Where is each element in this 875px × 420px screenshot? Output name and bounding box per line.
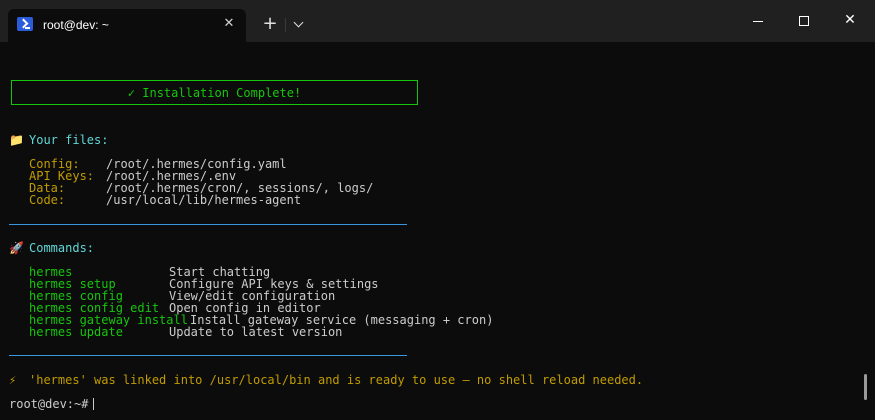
lightning-icon: ⚡ [9, 373, 17, 387]
commands-header-label: Commands: [29, 241, 95, 255]
title-bar: root@dev: ~ ✕ + ✕ [0, 0, 875, 42]
tab-separator [285, 18, 286, 32]
folder-icon: 📁 [9, 133, 24, 147]
close-icon: ✕ [844, 12, 856, 28]
file-row-label: Code: [29, 193, 66, 207]
maximize-button[interactable] [781, 0, 827, 42]
prompt-line[interactable]: root@dev:~# [9, 397, 95, 411]
banner-text: ✓ Installation Complete! [127, 86, 302, 100]
minimize-button[interactable] [735, 0, 781, 42]
tab-close-button[interactable]: ✕ [220, 15, 238, 33]
maximize-icon [799, 16, 809, 26]
commands-header: 🚀 Commands: [9, 242, 94, 254]
file-row: Code: /usr/local/lib/hermes-agent [29, 194, 301, 206]
tab-title: root@dev: ~ [43, 18, 109, 32]
link-note: ⚡ 'hermes' was linked into /usr/local/bin… [9, 374, 643, 386]
installation-banner: ✓ Installation Complete! [11, 80, 418, 105]
minimize-icon [753, 21, 763, 22]
text-cursor [93, 398, 95, 410]
command-desc: Update to latest version [169, 325, 343, 339]
terminal-output[interactable]: ✓ Installation Complete! 📁 Your files: Co… [0, 42, 875, 420]
close-button[interactable]: ✕ [827, 0, 873, 42]
section-divider [9, 355, 407, 356]
shell-prompt: root@dev:~# [9, 397, 89, 411]
plus-icon: + [262, 13, 278, 34]
terminal-window: root@dev: ~ ✕ + ✕ ✓ Installation Complet… [0, 0, 875, 420]
tab-dropdown-button[interactable] [287, 12, 311, 38]
new-tab-button[interactable]: + [256, 12, 284, 38]
rocket-icon: 🚀 [9, 241, 24, 255]
files-header-label: Your files: [29, 133, 109, 147]
scrollbar-thumb[interactable] [864, 374, 867, 400]
terminal-icon [17, 17, 33, 31]
tab-root-dev[interactable]: root@dev: ~ ✕ [8, 9, 246, 42]
file-row-value: /usr/local/lib/hermes-agent [106, 193, 302, 207]
command-row: hermes update Update to latest version [29, 326, 342, 338]
chevron-down-icon [293, 17, 304, 28]
section-divider [9, 224, 407, 225]
link-note-text: 'hermes' was linked into /usr/local/bin … [29, 373, 644, 387]
files-header: 📁 Your files: [9, 134, 108, 146]
command-name: hermes update [29, 325, 123, 339]
